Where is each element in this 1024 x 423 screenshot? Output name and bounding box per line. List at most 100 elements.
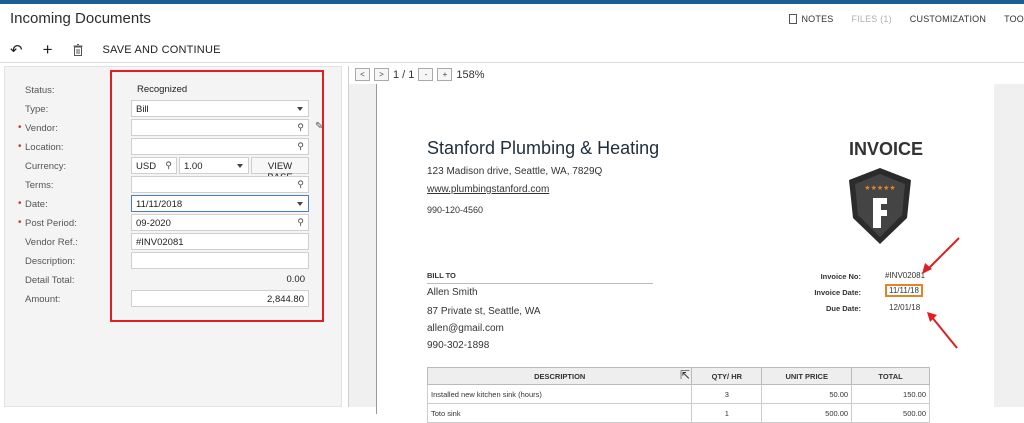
prev-page-button[interactable]: < — [355, 68, 370, 81]
tools-label: TOO — [1004, 14, 1024, 24]
bill-to-divider — [427, 283, 653, 284]
page-indicator: 1 / 1 — [393, 68, 415, 81]
invoice-no-label: Invoice No: — [820, 272, 861, 281]
date-row: • Date: 11/11/2018 — [5, 195, 341, 213]
table-cell: 1 — [691, 403, 763, 423]
detail-total-row: Detail Total: 0.00 — [5, 271, 341, 289]
table-cell: 150.00 — [851, 384, 930, 404]
required-marker: • — [18, 198, 22, 209]
search-icon[interactable]: ⚲ — [297, 217, 304, 228]
mouse-cursor-icon: ⇱ — [680, 368, 691, 382]
detail-total-label: Detail Total: — [25, 275, 75, 286]
toolbar: ↶ + SAVE AND CONTINUE — [10, 40, 241, 60]
table-cell: 500.00 — [851, 403, 930, 423]
invoice-items-table: DESCRIPTION QTY/ HR UNIT PRICE TOTAL Ins… — [426, 367, 930, 423]
currency-row: Currency: USD ⚲ 1.00 VIEW BASE — [5, 157, 341, 183]
amount-row: Amount: 2,844.80 — [5, 290, 341, 308]
required-marker: • — [18, 122, 22, 133]
type-row: Type: Bill — [5, 100, 341, 118]
chevron-down-icon — [297, 107, 303, 111]
post-period-row: • Post Period: 09-2020 ⚲ — [5, 214, 341, 232]
bill-to-heading: BILL TO — [427, 271, 456, 280]
zoom-out-button[interactable]: - — [418, 68, 434, 81]
delete-icon[interactable] — [73, 44, 83, 56]
vendor-ref-field[interactable]: #INV02081 — [131, 233, 309, 250]
viewer-toolbar: < > 1 / 1 - + 158% — [355, 68, 489, 81]
status-value: Recognized — [137, 84, 188, 95]
company-website: www.plumbingstanford.com — [427, 184, 550, 195]
rate-select[interactable]: 1.00 — [179, 157, 249, 174]
vendor-row: • Vendor: ⚲ ✎ — [5, 119, 341, 137]
company-name: Stanford Plumbing & Heating — [427, 138, 660, 158]
required-marker: • — [18, 141, 22, 152]
location-label: Location: — [25, 142, 64, 153]
vendor-ref-label: Vendor Ref.: — [25, 237, 78, 248]
table-row: Installed new kitchen sink (hours) 3 50.… — [426, 384, 930, 404]
save-and-continue-button[interactable]: SAVE AND CONTINUE — [103, 44, 221, 56]
document-viewer: < > 1 / 1 - + 158% Stanford Plumbing & H… — [349, 66, 1024, 423]
post-period-value: 09-2020 — [136, 218, 171, 229]
chevron-down-icon — [297, 202, 303, 206]
terms-label: Terms: — [25, 180, 54, 191]
zoom-level: 158% — [456, 68, 485, 81]
view-base-button[interactable]: VIEW BASE — [251, 157, 309, 183]
invoice-date-label: Invoice Date: — [814, 288, 861, 297]
bill-to-address: 87 Private st, Seattle, WA — [427, 306, 541, 317]
top-accent-strip — [0, 0, 1024, 4]
terms-field[interactable]: ⚲ — [131, 176, 309, 193]
date-value: 11/11/2018 — [136, 199, 183, 210]
company-phone: 990-120-4560 — [427, 205, 484, 215]
page-title: Incoming Documents — [10, 10, 151, 27]
search-icon[interactable]: ⚲ — [297, 141, 304, 152]
next-page-button[interactable]: > — [374, 68, 389, 81]
back-arrow-icon[interactable]: ↶ — [10, 41, 23, 59]
vendor-field[interactable]: ⚲ — [131, 119, 309, 136]
company-address: 123 Madison drive, Seattle, WA, 7829Q — [427, 166, 603, 177]
type-select[interactable]: Bill — [131, 100, 309, 117]
document-form-panel: Status: Recognized Type: Bill • Vendor: … — [4, 66, 342, 407]
notes-label: NOTES — [801, 14, 834, 24]
files-label: FILES (1) — [851, 14, 892, 24]
location-row: • Location: ⚲ — [5, 138, 341, 156]
table-cell: 50.00 — [761, 384, 853, 404]
vendor-label: Vendor: — [25, 123, 58, 134]
pencil-icon[interactable]: ✎ — [315, 121, 323, 132]
table-header: DESCRIPTION — [426, 367, 693, 385]
description-field[interactable] — [131, 252, 309, 269]
annotation-arrows — [922, 237, 960, 349]
amount-field[interactable]: 2,844.80 — [131, 290, 309, 307]
table-header: UNIT PRICE — [761, 367, 853, 385]
top-nav: NOTES FILES (1) CUSTOMIZATION TOO — [771, 14, 1024, 24]
table-row: Toto sink 1 500.00 500.00 — [426, 403, 930, 423]
add-icon[interactable]: + — [43, 40, 53, 60]
date-field[interactable]: 11/11/2018 — [131, 195, 309, 212]
currency-value: USD — [136, 161, 157, 172]
description-row: Description: — [5, 252, 341, 270]
search-icon[interactable]: ⚲ — [297, 122, 304, 133]
status-label: Status: — [25, 85, 55, 96]
type-value: Bill — [136, 104, 149, 115]
currency-field[interactable]: USD ⚲ — [131, 157, 177, 174]
zoom-in-button[interactable]: + — [437, 68, 453, 81]
notes-button[interactable]: NOTES — [789, 14, 833, 24]
terms-row: Terms: ⚲ — [5, 176, 341, 194]
amount-label: Amount: — [25, 294, 61, 305]
customization-button[interactable]: CUSTOMIZATION — [910, 14, 986, 24]
due-date-label: Due Date: — [825, 304, 861, 313]
invoice-title: INVOICE — [849, 139, 924, 159]
type-label: Type: — [25, 104, 49, 115]
post-period-field[interactable]: 09-2020 ⚲ — [131, 214, 309, 231]
post-period-label: Post Period: — [25, 218, 77, 229]
files-button[interactable]: FILES (1) — [851, 14, 891, 24]
tools-button[interactable]: TOO — [1004, 14, 1024, 24]
search-icon[interactable]: ⚲ — [297, 179, 304, 190]
required-marker: • — [18, 217, 22, 228]
search-icon[interactable]: ⚲ — [165, 160, 172, 171]
date-label: Date: — [25, 199, 48, 210]
chevron-down-icon — [237, 164, 243, 168]
table-cell: Installed new kitchen sink (hours) — [426, 384, 693, 404]
bill-to-phone: 990-302-1898 — [427, 340, 490, 351]
detail-total-value: 0.00 — [286, 274, 306, 285]
location-field[interactable]: ⚲ — [131, 138, 309, 155]
table-cell: Toto sink — [426, 403, 693, 423]
